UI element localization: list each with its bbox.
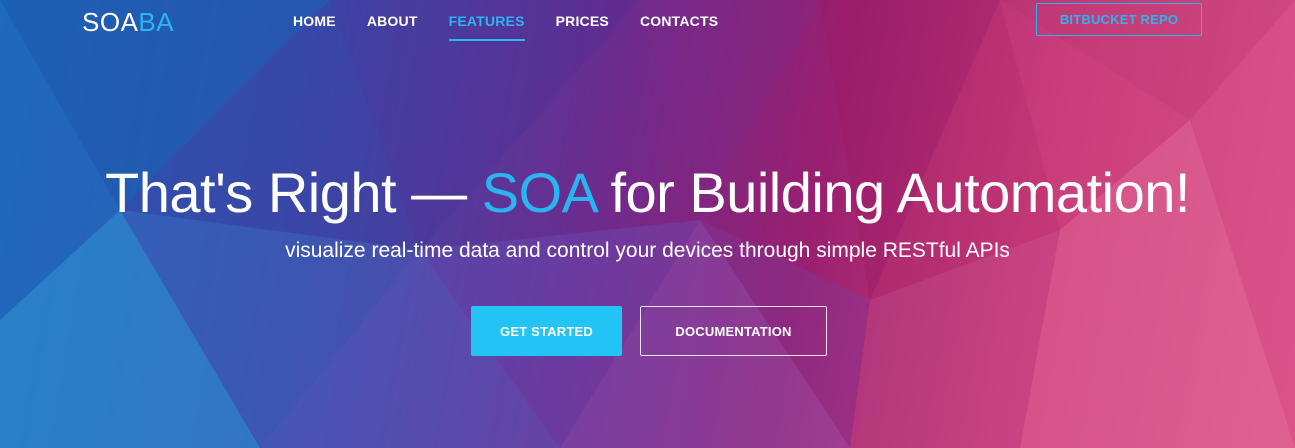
documentation-button[interactable]: DOCUMENTATION xyxy=(640,306,827,356)
main-nav: HOME ABOUT FEATURES PRICES CONTACTS xyxy=(293,12,718,41)
nav-prices[interactable]: PRICES xyxy=(556,12,609,41)
hero-section: SOABA HOME ABOUT FEATURES PRICES CONTACT… xyxy=(0,0,1295,448)
hero-headline: That's Right — SOA for Building Automati… xyxy=(0,158,1295,228)
nav-features[interactable]: FEATURES xyxy=(448,12,525,41)
get-started-button[interactable]: GET STARTED xyxy=(471,306,622,356)
hero-subtitle: visualize real-time data and control you… xyxy=(285,239,1010,262)
headline-pre: That's Right — xyxy=(105,161,482,224)
headline-accent: SOA xyxy=(481,161,596,224)
headline-post: for Building Automation! xyxy=(595,161,1190,224)
brand-logo[interactable]: SOABA xyxy=(82,7,174,37)
nav-contacts[interactable]: CONTACTS xyxy=(640,12,718,41)
logo-accent: BA xyxy=(138,7,175,37)
bitbucket-repo-button[interactable]: BITBUCKET REPO xyxy=(1036,3,1202,36)
nav-about[interactable]: ABOUT xyxy=(367,12,418,41)
nav-home[interactable]: HOME xyxy=(293,12,336,41)
logo-main: SOA xyxy=(82,7,139,37)
